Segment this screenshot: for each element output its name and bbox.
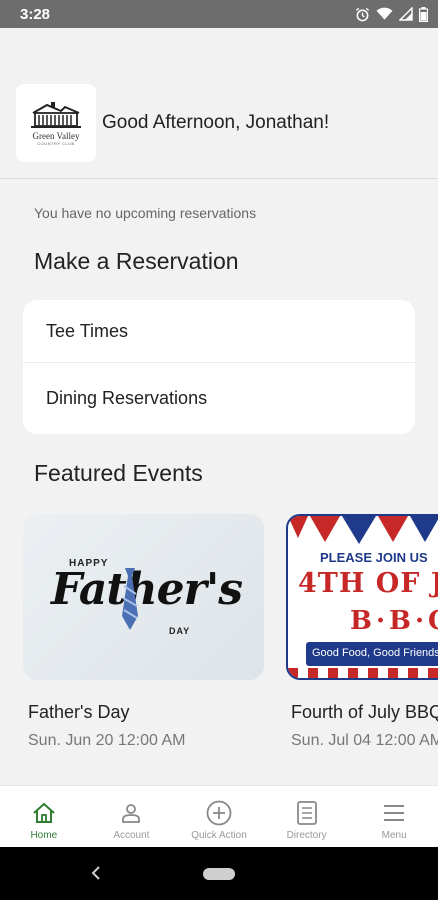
event-image-fourth-of-july: PLEASE JOIN US 4TH OF JULY B·B·Q Good Fo… <box>286 514 438 680</box>
image-stripes <box>288 668 438 678</box>
event-title: Fourth of July BBQ <box>291 702 438 722</box>
menu-icon <box>383 800 405 826</box>
no-reservations-message: You have no upcoming reservations <box>34 205 257 221</box>
greeting-header: Green Valley COUNTRY CLUB Good Afternoon… <box>16 83 438 163</box>
image-text-fathers: Father's <box>51 564 243 615</box>
tab-quick-action[interactable]: Quick Action <box>175 786 263 847</box>
tab-label: Quick Action <box>191 830 247 841</box>
tab-label: Menu <box>381 830 407 841</box>
bunting-icon <box>288 516 438 544</box>
home-content[interactable]: Green Valley COUNTRY CLUB Good Afternoon… <box>0 28 438 785</box>
home-pill-icon[interactable] <box>203 868 235 880</box>
tab-label: Account <box>113 830 150 841</box>
image-text-please-join: PLEASE JOIN US <box>320 550 428 565</box>
status-time: 3:28 <box>20 5 51 23</box>
bottom-tab-bar: Home Account Quick Action Directory Menu <box>0 785 438 847</box>
tab-directory[interactable]: Directory <box>263 786 351 847</box>
divider <box>0 178 438 179</box>
event-title: Father's Day <box>28 702 130 722</box>
wifi-icon <box>376 7 393 21</box>
logo-name: Green Valley <box>32 130 80 141</box>
tab-home[interactable]: Home <box>0 786 88 847</box>
necktie-icon <box>122 568 138 630</box>
dining-reservations-item[interactable]: Dining Reservations <box>46 388 207 409</box>
system-nav-bar <box>0 847 438 900</box>
tab-menu[interactable]: Menu <box>350 786 438 847</box>
alarm-icon <box>355 7 370 22</box>
status-bar: 3:28 <box>0 0 438 28</box>
event-date: Sun. Jun 20 12:00 AM <box>28 732 186 749</box>
clubhouse-icon <box>31 101 81 128</box>
back-icon[interactable] <box>90 864 102 887</box>
reservation-card: Tee Times Dining Reservations <box>23 300 415 434</box>
club-logo: Green Valley COUNTRY CLUB <box>16 84 96 162</box>
image-text-4th-of-july: 4TH OF JULY <box>298 568 438 599</box>
event-card-fourth-of-july[interactable]: PLEASE JOIN US 4TH OF JULY B·B·Q Good Fo… <box>286 514 438 750</box>
home-icon <box>32 800 56 826</box>
tee-times-item[interactable]: Tee Times <box>46 321 128 342</box>
logo-subtitle: COUNTRY CLUB <box>37 140 75 146</box>
battery-icon <box>419 6 428 22</box>
tab-label: Home <box>30 830 58 841</box>
event-date: Sun. Jul 04 12:00 AM <box>291 732 438 749</box>
event-card-fathers-day[interactable]: HAPPY Father's DAY Father's Day Sun. Jun… <box>23 514 264 750</box>
featured-events-title: Featured Events <box>34 460 203 486</box>
make-reservation-title: Make a Reservation <box>34 248 239 274</box>
plus-circle-icon <box>206 800 232 826</box>
image-text-bbq: B·B·Q <box>350 606 438 636</box>
event-image-fathers-day: HAPPY Father's DAY <box>23 514 264 680</box>
greeting-text: Good Afternoon, Jonathan! <box>102 112 330 133</box>
card-divider <box>23 362 415 363</box>
image-text-good-food: Good Food, Good Friends & Fun <box>312 647 438 659</box>
tab-label: Directory <box>286 830 327 841</box>
signal-icon <box>399 7 413 21</box>
tab-account[interactable]: Account <box>88 786 176 847</box>
status-icons <box>355 6 428 22</box>
directory-icon <box>296 800 318 826</box>
account-icon <box>120 800 142 826</box>
image-text-day: DAY <box>169 626 191 636</box>
